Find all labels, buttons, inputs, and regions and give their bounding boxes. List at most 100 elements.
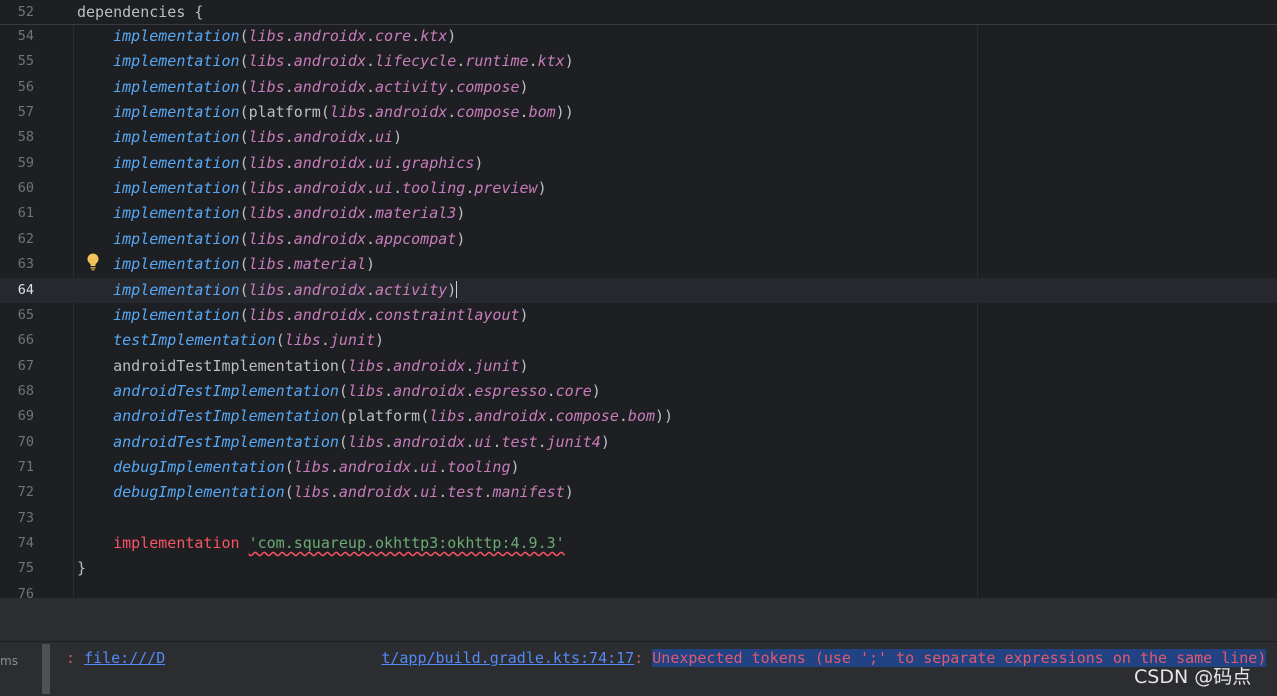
- dot: .: [438, 483, 448, 502]
- dot: .: [284, 204, 294, 223]
- code-line[interactable]: 56 implementation(libs.androidx.activity…: [0, 75, 1277, 100]
- function-call: implementation: [113, 128, 240, 147]
- paren: (: [239, 255, 249, 274]
- code-line[interactable]: 71 debugImplementation(libs.androidx.ui.…: [0, 455, 1277, 480]
- code-line[interactable]: 54 implementation(libs.androidx.core.ktx…: [0, 24, 1277, 49]
- code-line[interactable]: 76: [0, 582, 1277, 598]
- code-line[interactable]: 61 implementation(libs.androidx.material…: [0, 201, 1277, 226]
- property-segment: libs: [248, 77, 285, 96]
- property-segment: activity: [375, 280, 448, 299]
- code-text: testImplementation(libs.junit): [77, 328, 384, 353]
- paren: ): [474, 153, 484, 172]
- function-call: implementation: [113, 305, 240, 324]
- dot: .: [618, 407, 628, 426]
- dot: .: [366, 229, 376, 248]
- dot: .: [284, 280, 294, 299]
- dot: .: [366, 77, 376, 96]
- code-line[interactable]: 67 androidTestImplementation(libs.androi…: [0, 354, 1277, 379]
- dot: .: [447, 103, 457, 122]
- property-segment: androidx: [293, 128, 366, 147]
- function-call: implementation: [113, 27, 240, 45]
- code-line[interactable]: 59 implementation(libs.androidx.ui.graph…: [0, 151, 1277, 176]
- property-segment: libs: [248, 280, 285, 299]
- dot: .: [320, 331, 330, 350]
- line-number: 65: [17, 306, 34, 323]
- dot: .: [329, 483, 339, 502]
- dot: .: [411, 483, 421, 502]
- code-line[interactable]: 75}: [0, 556, 1277, 581]
- property-segment: junit4: [546, 432, 601, 451]
- dot: .: [284, 229, 294, 248]
- paren: (: [284, 457, 294, 476]
- dot: .: [366, 128, 376, 147]
- code-line[interactable]: 68 androidTestImplementation(libs.androi…: [0, 379, 1277, 404]
- line-number: 68: [17, 382, 34, 399]
- code-line[interactable]: 74 implementation 'com.squareup.okhttp3:…: [0, 531, 1277, 556]
- code-line[interactable]: 64 implementation(libs.androidx.activity…: [0, 277, 1277, 303]
- file-link[interactable]: file:///D t/app/build.gradle.kts:74:17: [84, 648, 634, 667]
- dot: .: [284, 153, 294, 172]
- code-text: }: [77, 556, 86, 581]
- property-segment: androidx: [293, 280, 366, 299]
- dot: .: [284, 128, 294, 147]
- lightbulb-icon[interactable]: [85, 252, 101, 272]
- paren: ): [510, 457, 520, 476]
- code-line[interactable]: 65 implementation(libs.androidx.constrai…: [0, 303, 1277, 328]
- code-text: implementation(libs.androidx.ui): [77, 125, 402, 150]
- property-segment: androidx: [474, 407, 547, 426]
- paren: ): [519, 356, 529, 375]
- code-line[interactable]: 55 implementation(libs.androidx.lifecycl…: [0, 49, 1277, 74]
- property-segment: compose: [456, 77, 520, 96]
- code-line[interactable]: 63 implementation(libs.material): [0, 252, 1277, 277]
- property-segment: androidx: [393, 356, 466, 375]
- dot: .: [366, 27, 376, 45]
- property-segment: test: [501, 432, 538, 451]
- code-line[interactable]: 62 implementation(libs.androidx.appcompa…: [0, 227, 1277, 252]
- problems-tab-label[interactable]: ms: [0, 654, 18, 668]
- paren: (: [239, 229, 249, 248]
- dot: .: [546, 407, 556, 426]
- code-text: implementation(libs.androidx.ui.tooling.…: [77, 176, 547, 201]
- code-line[interactable]: 66 testImplementation(libs.junit): [0, 328, 1277, 353]
- code-line[interactable]: 73: [0, 506, 1277, 531]
- property-segment: androidx: [393, 432, 466, 451]
- code-text: androidTestImplementation(platform(libs.…: [77, 404, 673, 429]
- property-segment: compose: [456, 103, 520, 122]
- paren: ): [447, 280, 457, 299]
- code-line[interactable]: 69 androidTestImplementation(platform(li…: [0, 404, 1277, 429]
- property-segment: junit: [329, 331, 376, 350]
- dot: .: [456, 52, 466, 71]
- function-call: debugImplementation: [113, 457, 285, 476]
- property-segment: libs: [347, 432, 385, 451]
- line-number: 66: [17, 332, 34, 349]
- dot: .: [411, 457, 421, 476]
- function-call: implementation: [113, 534, 240, 552]
- property-segment: compose: [555, 407, 619, 426]
- property-segment: tooling: [402, 179, 466, 198]
- dot: .: [438, 457, 448, 476]
- code-text: androidTestImplementation(libs.androidx.…: [77, 379, 601, 404]
- property-segment: androidx: [293, 305, 366, 324]
- redacted-path: [165, 648, 382, 666]
- sticky-header[interactable]: 52 dependencies {: [0, 0, 1277, 25]
- code-line[interactable]: 58 implementation(libs.androidx.ui): [0, 125, 1277, 150]
- code-text: implementation(libs.androidx.activity.co…: [77, 75, 528, 100]
- code-line[interactable]: 57 implementation(platform(libs.androidx…: [0, 100, 1277, 125]
- platform-call: platform: [347, 407, 421, 426]
- code-line[interactable]: 70 androidTestImplementation(libs.androi…: [0, 430, 1277, 455]
- property-segment: ktx: [420, 27, 448, 45]
- property-segment: libs: [248, 179, 285, 198]
- property-segment: androidx: [293, 27, 366, 45]
- problem-message[interactable]: : file:///D t/app/build.gradle.kts:74:17:…: [66, 648, 1267, 668]
- paren: (: [239, 103, 249, 122]
- paren: (: [239, 27, 249, 45]
- property-segment: manifest: [492, 483, 565, 502]
- paren: ): [591, 381, 601, 400]
- property-segment: libs: [248, 52, 285, 71]
- problems-panel-edge: [42, 644, 50, 694]
- code-line[interactable]: 60 implementation(libs.androidx.ui.tooli…: [0, 176, 1277, 201]
- line-number: 71: [17, 458, 34, 475]
- code-line[interactable]: 72 debugImplementation(libs.androidx.ui.…: [0, 480, 1277, 505]
- code-editor[interactable]: 54 implementation(libs.androidx.core.ktx…: [0, 0, 1277, 598]
- property-segment: ui: [474, 432, 493, 451]
